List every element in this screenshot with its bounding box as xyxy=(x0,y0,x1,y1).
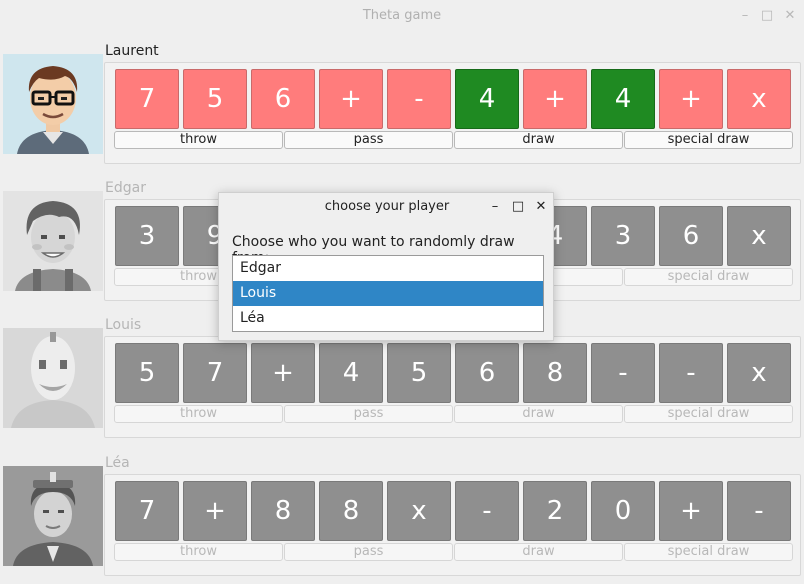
card[interactable]: 7 xyxy=(183,343,247,403)
player-row: Léa 7 +8 8 x -2 0 + - throw pass draw special draw xyxy=(0,444,804,578)
card[interactable]: 2 xyxy=(523,481,587,541)
card[interactable]: 8 xyxy=(251,481,315,541)
pass-button[interactable]: pass xyxy=(284,405,453,423)
player-list-item[interactable]: Louis xyxy=(233,281,543,306)
pass-button[interactable]: pass xyxy=(284,131,453,149)
card[interactable]: 5 xyxy=(387,343,451,403)
draw-button[interactable]: draw xyxy=(454,405,623,423)
card[interactable]: 8 xyxy=(319,481,383,541)
avatar xyxy=(3,328,103,428)
special-draw-button[interactable]: special draw xyxy=(624,131,793,149)
dialog-close-button[interactable]: ✕ xyxy=(533,199,549,215)
card[interactable]: 6 xyxy=(659,206,723,266)
card[interactable]: 5 xyxy=(183,69,247,129)
card[interactable]: x xyxy=(727,343,791,403)
card[interactable]: 4 xyxy=(455,69,519,129)
dialog-minimize-button[interactable]: – xyxy=(487,199,503,215)
special-draw-button[interactable]: special draw xyxy=(624,543,793,561)
card[interactable]: - xyxy=(591,343,655,403)
card[interactable]: 8 xyxy=(523,343,587,403)
player-list: Edgar Louis Léa xyxy=(232,255,544,332)
card[interactable]: x xyxy=(387,481,451,541)
card[interactable]: x xyxy=(727,69,791,129)
player-panel: 5 7 +4 5 6 8- - x throw pass draw special draw xyxy=(104,336,801,438)
card[interactable]: 7 xyxy=(115,69,179,129)
player-panel: 7 5 6 + -4 +4 + x throw pass draw special draw xyxy=(104,62,801,164)
avatar xyxy=(3,191,103,291)
card[interactable]: 6 xyxy=(455,343,519,403)
player-row: Laurent 7 5 6 + -4 +4 + x throw pass draw special dr… xyxy=(0,32,804,166)
player-name: Laurent xyxy=(105,43,159,59)
card[interactable]: + xyxy=(251,343,315,403)
throw-button[interactable]: throw xyxy=(114,405,283,423)
card[interactable]: + xyxy=(523,69,587,129)
player-name: Louis xyxy=(105,317,142,333)
special-draw-button[interactable]: special draw xyxy=(624,405,793,423)
avatar xyxy=(3,54,103,154)
draw-button[interactable]: draw xyxy=(454,543,623,561)
card[interactable]: 6 xyxy=(251,69,315,129)
card[interactable]: 3 xyxy=(115,206,179,266)
card[interactable]: 3 xyxy=(591,206,655,266)
card[interactable]: x xyxy=(727,206,791,266)
pass-button[interactable]: pass xyxy=(284,543,453,561)
card[interactable]: - xyxy=(455,481,519,541)
card[interactable]: + xyxy=(659,481,723,541)
special-draw-button[interactable]: special draw xyxy=(624,268,793,286)
draw-button[interactable]: draw xyxy=(454,131,623,149)
window-title: Theta game xyxy=(362,8,442,23)
maximize-window-button[interactable]: □ xyxy=(759,8,775,24)
card[interactable]: 4 xyxy=(319,343,383,403)
card[interactable]: 0 xyxy=(591,481,655,541)
player-name: Léa xyxy=(105,455,130,471)
card[interactable]: 5 xyxy=(115,343,179,403)
card[interactable]: 7 xyxy=(115,481,179,541)
player-list-item[interactable]: Edgar xyxy=(233,256,543,281)
close-window-button[interactable]: ✕ xyxy=(782,8,798,24)
choose-player-dialog: choose your player – □ ✕ Choose who you … xyxy=(218,192,554,341)
minimize-window-button[interactable]: – xyxy=(737,8,753,24)
player-panel: 7 +8 8 x -2 0 + - throw pass draw special draw xyxy=(104,474,801,576)
card[interactable]: - xyxy=(727,481,791,541)
player-list-item[interactable]: Léa xyxy=(233,306,543,331)
dialog-maximize-button[interactable]: □ xyxy=(510,199,526,215)
card[interactable]: 4 xyxy=(591,69,655,129)
card[interactable]: + xyxy=(183,481,247,541)
dialog-title: choose your player xyxy=(324,199,450,214)
throw-button[interactable]: throw xyxy=(114,543,283,561)
window-titlebar: Theta game – □ ✕ xyxy=(0,0,804,32)
card[interactable]: - xyxy=(659,343,723,403)
player-name: Edgar xyxy=(105,180,146,196)
card[interactable]: + xyxy=(319,69,383,129)
avatar xyxy=(3,466,103,566)
card[interactable]: + xyxy=(659,69,723,129)
throw-button[interactable]: throw xyxy=(114,131,283,149)
card[interactable]: - xyxy=(387,69,451,129)
